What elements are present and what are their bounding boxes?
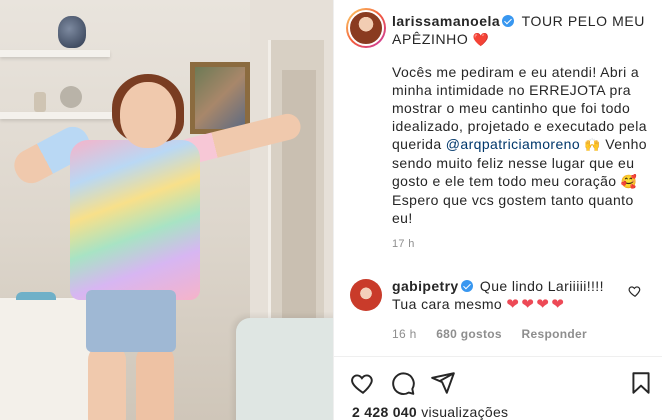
comment-reply-button[interactable]: Responder [522, 327, 587, 341]
decor-diffuser [34, 92, 46, 112]
shelf-middle [0, 112, 112, 119]
post-caption: larissamanoela TOUR PELO MEU APÊZINHO ❤️… [392, 12, 652, 227]
smiling-hearts-emoji-icon: 🥰 [620, 174, 638, 189]
person-leg-right [136, 344, 174, 420]
comment-hearts: ❤ ❤ ❤ ❤ [506, 296, 566, 313]
comment-icon[interactable] [390, 370, 416, 396]
couch [236, 318, 333, 420]
caption-timestamp: 17 h [392, 238, 415, 250]
actions-divider [334, 356, 662, 357]
commenter-avatar[interactable] [350, 279, 382, 311]
author-username[interactable]: larissamanoela [392, 13, 500, 29]
heart-icon[interactable] [350, 370, 376, 396]
heart-emoji-icon: ❤ [506, 296, 520, 313]
bookmark-icon[interactable] [628, 370, 654, 396]
views-count[interactable]: 2 428 040 visualizações [352, 404, 508, 420]
wall-painting [190, 62, 250, 134]
comment-like-heart-icon[interactable] [628, 284, 642, 298]
comment-likes-count[interactable]: 680 gostos [436, 327, 502, 341]
views-number: 2 428 040 [352, 404, 417, 420]
heart-emoji-icon: ❤ [521, 296, 535, 313]
views-label: visualizações [421, 404, 509, 420]
heart-emoji-icon: ❤ [551, 296, 565, 313]
raised-hands-emoji-icon: 🙌 [584, 137, 601, 152]
person-leg-left [88, 344, 126, 420]
post-details-panel: larissamanoela TOUR PELO MEU APÊZINHO ❤️… [333, 0, 662, 420]
share-icon[interactable] [430, 370, 456, 396]
caption-body: Vocês me pediram e eu atendi! Abri a min… [392, 63, 652, 227]
author-avatar[interactable] [346, 8, 386, 48]
person-face [120, 82, 176, 148]
comment-timestamp: 16 h [392, 327, 417, 341]
heart-emoji-icon: ❤ [536, 296, 550, 313]
person-tie-dye-shirt [70, 140, 200, 300]
decor-globe [60, 86, 82, 108]
door-panel [282, 70, 316, 320]
shelf-top [0, 50, 110, 57]
heart-emoji-icon: ❤️ [472, 32, 490, 47]
comment: gabipetry Que lindo Lariiiii!!!! Tua car… [392, 277, 622, 314]
verified-badge-icon [502, 15, 515, 27]
post-video[interactable] [0, 0, 333, 420]
person-denim-shorts [86, 290, 176, 352]
comment-meta: 16 h 680 gostos Responder [392, 327, 603, 341]
caption-mention-link[interactable]: @arqpatriciamoreno [446, 136, 580, 152]
caption-text-3: Espero que vcs gostem tanto quanto eu! [392, 192, 634, 226]
decor-vase [58, 16, 86, 48]
verified-badge-icon [460, 280, 473, 292]
commenter-username[interactable]: gabipetry [392, 278, 459, 294]
